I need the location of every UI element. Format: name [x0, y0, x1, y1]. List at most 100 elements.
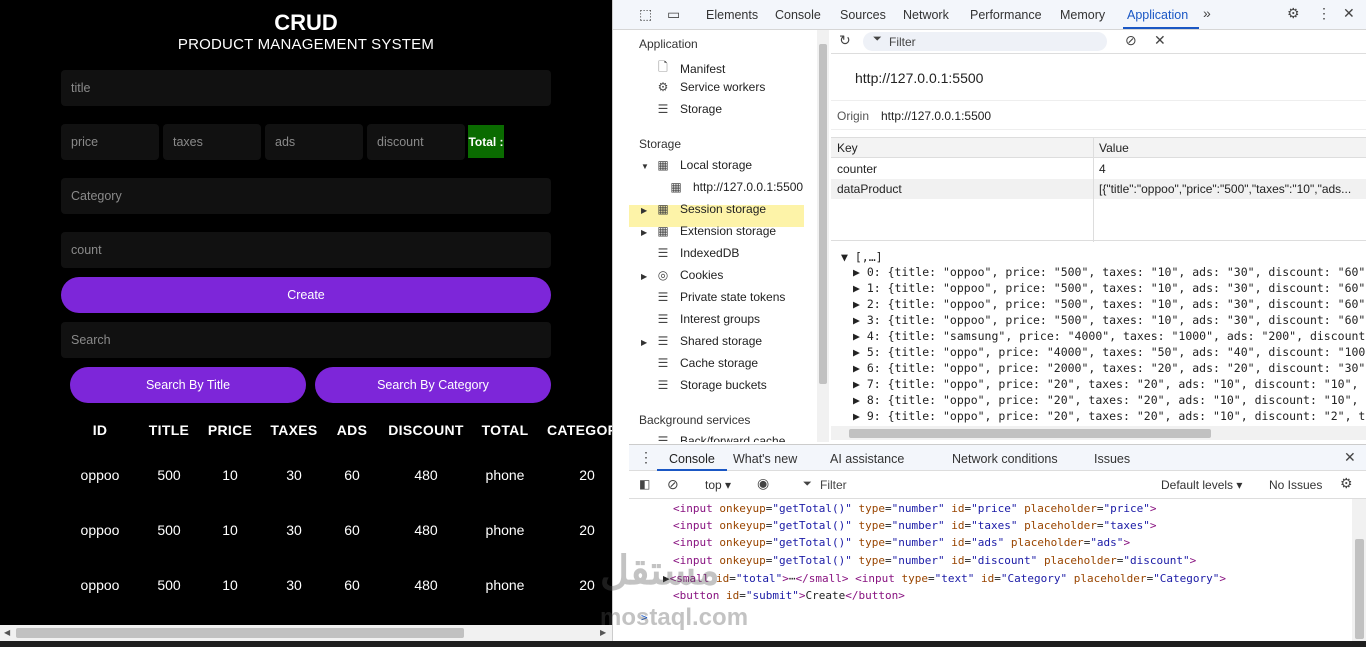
sidebar-item-indexeddb[interactable]: ☰ IndexedDB: [656, 246, 740, 260]
cell-ads: 60: [344, 522, 360, 538]
json-root[interactable]: ▼ [,…]: [841, 250, 883, 264]
console-scrollbar[interactable]: [1352, 499, 1366, 647]
drawer-tab-network-conditions[interactable]: Network conditions: [952, 452, 1058, 466]
json-item[interactable]: ▶ 5: {title: "oppo", price: "4000", taxe…: [853, 345, 1366, 359]
refresh-icon[interactable]: ↻: [839, 32, 851, 49]
column-key[interactable]: Key: [837, 141, 858, 155]
category-placeholder: Category: [71, 189, 122, 203]
database-icon: ☰: [657, 378, 669, 392]
search-by-title-button[interactable]: Search By Title: [70, 367, 306, 403]
storage-pane: ↻ ⏷ Filter ⊘ ✕ http://127.0.0.1:5500 Ori…: [831, 30, 1366, 442]
search-by-category-button[interactable]: Search By Category: [315, 367, 551, 403]
json-item[interactable]: ▶ 0: {title: "oppoo", price: "500", taxe…: [853, 265, 1366, 279]
search-input[interactable]: Search: [61, 322, 551, 358]
sidebar-item-storage-buckets[interactable]: ☰ Storage buckets: [656, 378, 767, 392]
tab-sources[interactable]: Sources: [840, 8, 886, 22]
sidebar-item-interest-groups[interactable]: ☰ Interest groups: [656, 312, 760, 326]
drawer-tab-issues[interactable]: Issues: [1094, 452, 1130, 466]
sidebar-item-session-storage[interactable]: ▦ Session storage: [656, 202, 766, 216]
clear-all-icon[interactable]: ⊘: [1125, 32, 1137, 49]
sidebar-item-storage[interactable]: ☰ Storage: [656, 102, 722, 116]
sidebar-item-private-state-tokens[interactable]: ☰ Private state tokens: [656, 290, 786, 304]
drawer-menu-icon[interactable]: ⋮: [639, 449, 653, 466]
drawer-tabbar: ⋮ Console What's new AI assistance Netwo…: [629, 445, 1366, 471]
clear-console-icon[interactable]: ⊘: [667, 476, 679, 493]
drawer-tab-whats-new[interactable]: What's new: [733, 452, 797, 466]
cell-discount: 480: [414, 467, 438, 483]
more-tabs-icon[interactable]: »: [1203, 5, 1211, 21]
console-filter-input[interactable]: Filter: [820, 478, 847, 492]
tab-performance[interactable]: Performance: [970, 8, 1042, 22]
kebab-menu-icon[interactable]: ⋮: [1317, 5, 1331, 22]
tab-elements[interactable]: Elements: [706, 8, 758, 22]
count-input[interactable]: count: [61, 232, 551, 268]
eye-icon[interactable]: ◉: [757, 475, 769, 492]
sidebar-item-cache-storage[interactable]: ☰ Cache storage: [656, 356, 758, 370]
page-horizontal-scrollbar[interactable]: ◀ ▶: [0, 625, 612, 641]
drawer-tab-console[interactable]: Console: [669, 452, 715, 466]
price-input[interactable]: price: [61, 124, 159, 160]
gear-icon[interactable]: ⚙: [1287, 5, 1300, 22]
json-item[interactable]: ▶ 4: {title: "samsung", price: "4000", t…: [853, 329, 1366, 343]
close-drawer-icon[interactable]: ✕: [1344, 449, 1356, 466]
json-item[interactable]: ▶ 7: {title: "oppo", price: "20", taxes:…: [853, 377, 1366, 391]
inspect-element-icon[interactable]: ⬚: [639, 6, 652, 23]
drawer-tab-ai-assistance[interactable]: AI assistance: [830, 452, 904, 466]
sidebar-item-label: Back/forward cache: [680, 434, 786, 442]
device-toolbar-icon[interactable]: ▭: [667, 6, 680, 23]
sidebar-item-service-workers[interactable]: ⚙ Service workers: [656, 80, 766, 94]
expanded-arrow-icon[interactable]: ▼: [641, 162, 649, 171]
tab-application[interactable]: Application: [1127, 8, 1188, 22]
sidebar-item-manifest[interactable]: 🗋 Manifest: [656, 58, 725, 79]
filter-input[interactable]: ⏷ Filter: [863, 32, 1107, 51]
cell-category: 20: [579, 467, 595, 483]
json-item[interactable]: ▶ 1: {title: "oppoo", price: "500", taxe…: [853, 281, 1366, 295]
json-item[interactable]: ▶ 8: {title: "oppo", price: "20", taxes:…: [853, 393, 1366, 407]
json-item[interactable]: ▶ 6: {title: "oppo", price: "2000", taxe…: [853, 361, 1366, 375]
collapsed-arrow-icon[interactable]: ▶: [641, 272, 647, 281]
discount-input[interactable]: discount: [367, 124, 465, 160]
json-item[interactable]: ▶ 2: {title: "oppoo", price: "500", taxe…: [853, 297, 1366, 311]
create-button[interactable]: Create: [61, 277, 551, 313]
sidebar-item-back-forward-cache[interactable]: ☰ Back/forward cache: [656, 434, 786, 442]
collapsed-arrow-icon[interactable]: ▶: [641, 206, 647, 215]
sidebar-item-extension-storage[interactable]: ▦ Extension storage: [656, 224, 776, 238]
sidebar-item-local-storage-origin[interactable]: ▦ http://127.0.0.1:5500: [669, 180, 803, 194]
tab-network[interactable]: Network: [903, 8, 949, 22]
collapsed-arrow-icon[interactable]: ▶: [641, 338, 647, 347]
database-icon: ☰: [657, 356, 669, 370]
sidebar-scrollbar[interactable]: [817, 30, 829, 442]
category-input[interactable]: Category: [61, 178, 551, 214]
scroll-thumb[interactable]: [16, 628, 464, 638]
tab-console[interactable]: Console: [775, 8, 821, 22]
sidebar-item-shared-storage[interactable]: ☰ Shared storage: [656, 334, 762, 348]
issues-counter[interactable]: No Issues: [1269, 478, 1322, 492]
sidebar-item-cookies[interactable]: ◎ Cookies: [656, 268, 724, 282]
preview-horizontal-scrollbar[interactable]: [831, 426, 1366, 440]
collapsed-arrow-icon[interactable]: ▶: [641, 228, 647, 237]
json-item[interactable]: ▶ 9: {title: "oppo", price: "20", taxes:…: [853, 409, 1366, 423]
taxes-input[interactable]: taxes: [163, 124, 261, 160]
table-row[interactable]: dataProduct [{"title":"oppoo","price":"5…: [831, 179, 1366, 199]
scroll-left-icon[interactable]: ◀: [4, 628, 10, 637]
th-discount: DISCOUNT: [388, 422, 464, 438]
log-levels-dropdown[interactable]: Default levels ▾: [1161, 478, 1242, 492]
devtools-tabbar: ⬚ ▭ Elements Console Sources Network Per…: [613, 0, 1366, 30]
json-item[interactable]: ▶ 3: {title: "oppoo", price: "500", taxe…: [853, 313, 1366, 327]
table-icon: ▦: [657, 158, 669, 172]
gear-icon[interactable]: ⚙: [1340, 475, 1353, 492]
scroll-thumb[interactable]: [849, 429, 1211, 438]
context-selector[interactable]: top ▾: [705, 478, 731, 492]
close-icon[interactable]: ✕: [1343, 5, 1355, 22]
title-input[interactable]: title: [61, 70, 551, 106]
scroll-thumb[interactable]: [1355, 539, 1364, 639]
scroll-thumb[interactable]: [819, 44, 827, 384]
sidebar-toggle-icon[interactable]: ◧: [639, 477, 650, 491]
ads-input[interactable]: ads: [265, 124, 363, 160]
delete-selected-icon[interactable]: ✕: [1154, 32, 1166, 49]
cell-total: phone: [485, 577, 525, 593]
column-value[interactable]: Value: [1099, 141, 1129, 155]
sidebar-item-local-storage[interactable]: ▦ Local storage: [656, 158, 752, 172]
table-header: Key Value: [831, 138, 1366, 158]
tab-memory[interactable]: Memory: [1060, 8, 1105, 22]
